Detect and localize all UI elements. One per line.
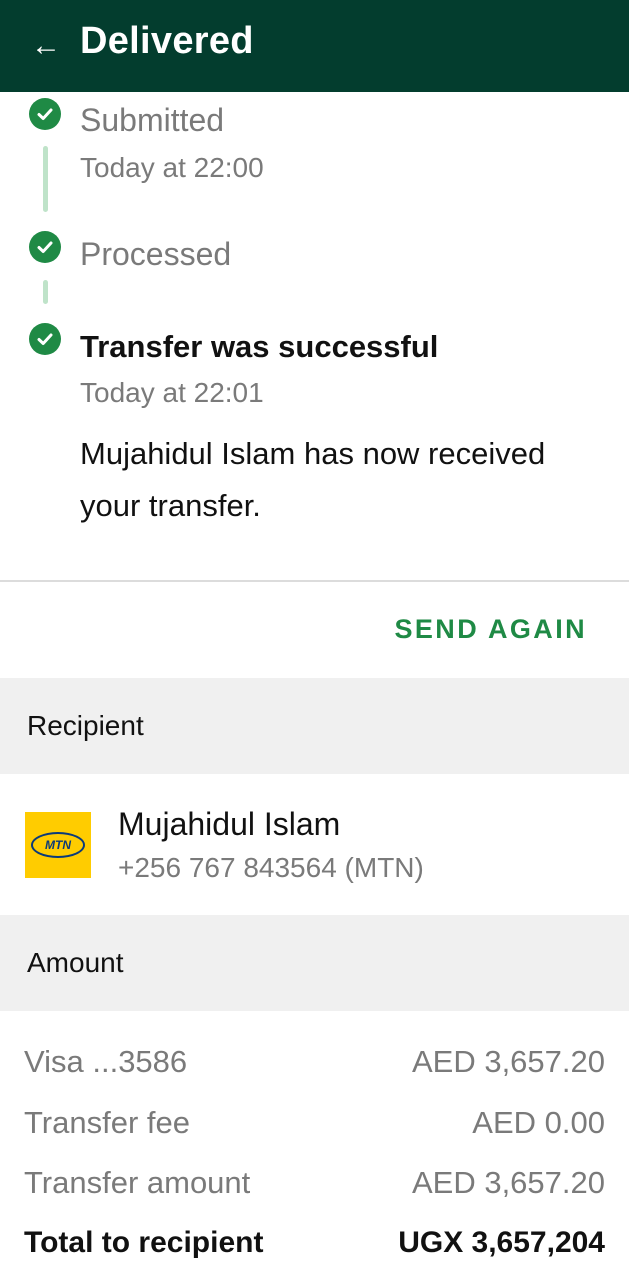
amount-row-label: Transfer fee: [24, 1105, 190, 1140]
step-success-description: Mujahidul Islam has now received your tr…: [80, 436, 546, 523]
amount-row-value: UGX 3,657,204: [398, 1226, 605, 1259]
recipient-phone: +256 767 843564 (MTN): [118, 852, 424, 883]
amount-section-header: Amount: [0, 915, 629, 1011]
mtn-logo: MTN: [25, 812, 91, 878]
back-arrow-icon[interactable]: ←: [30, 30, 62, 62]
amount-row-value: AED 3,657.20: [411, 1044, 605, 1079]
step-processed-label: Processed: [80, 236, 232, 272]
amount-row-label: Visa ...3586: [24, 1044, 188, 1079]
amount-row-label: Transfer amount: [24, 1165, 251, 1200]
recipient-name: Mujahidul Islam: [118, 806, 341, 842]
amount-row-card: Visa ...3586 AED 3,657.20: [24, 1044, 605, 1080]
timeline-connector: [43, 280, 48, 304]
step-submitted-time: Today at 22:00: [80, 152, 264, 183]
divider: [0, 580, 629, 582]
step-submitted-label: Submitted: [80, 102, 225, 138]
app-bar: ← Delivered: [0, 0, 629, 92]
amount-row-label: Total to recipient: [24, 1226, 264, 1259]
amount-row-transfer-amount: Transfer amount AED 3,657.20: [24, 1165, 605, 1201]
timeline-connector: [43, 146, 48, 212]
step-success-time: Today at 22:01: [80, 377, 264, 408]
amount-row-total: Total to recipient UGX 3,657,204: [24, 1226, 605, 1260]
send-again-button[interactable]: SEND AGAIN: [394, 614, 587, 645]
check-circle-icon: [29, 98, 61, 130]
step-success-label: Transfer was successful: [80, 329, 439, 364]
amount-row-fee: Transfer fee AED 0.00: [24, 1105, 605, 1141]
amount-section-title: Amount: [27, 947, 124, 978]
recipient-section-header: Recipient: [0, 678, 629, 774]
mtn-logo-text: MTN: [31, 832, 85, 858]
amount-row-value: AED 3,657.20: [411, 1165, 605, 1200]
recipient-section-title: Recipient: [27, 710, 144, 741]
amount-row-value: AED 0.00: [472, 1105, 605, 1140]
page-title: Delivered: [80, 20, 254, 62]
check-circle-icon: [29, 231, 61, 263]
check-circle-icon: [29, 323, 61, 355]
